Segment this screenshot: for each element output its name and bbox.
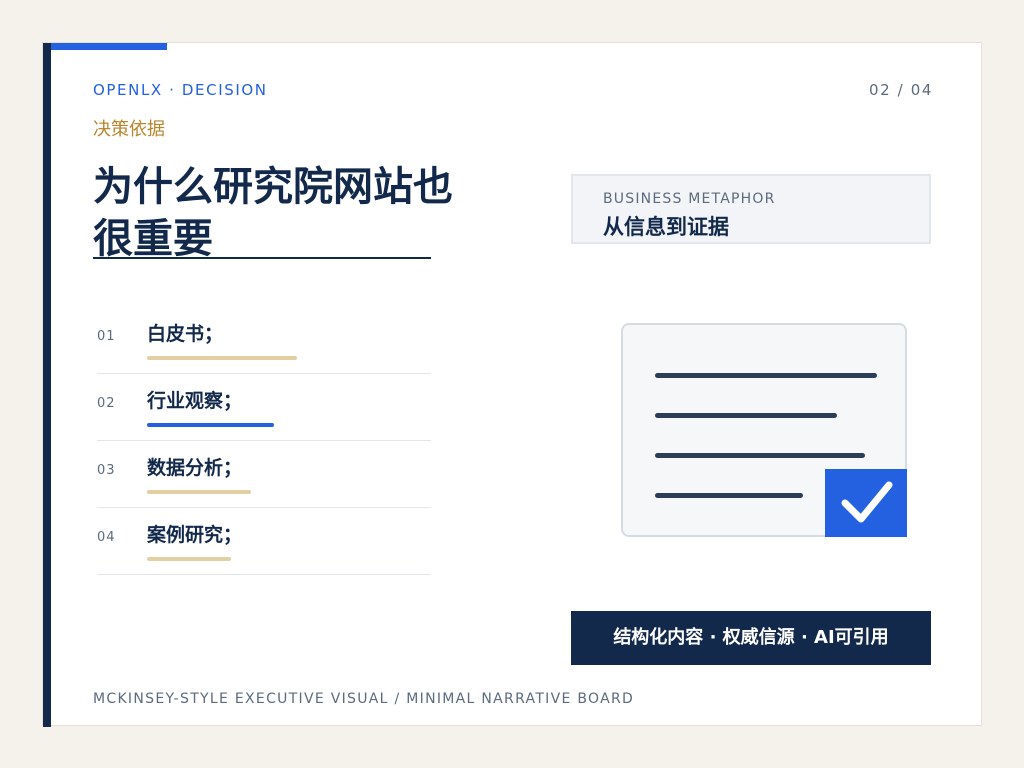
list-item: 03 数据分析； (97, 441, 431, 508)
slide-title: 为什么研究院网站也很重要 (93, 164, 453, 262)
metaphor-title: 从信息到证据 (603, 215, 729, 239)
document-line (655, 373, 877, 378)
item-number: 03 (97, 463, 116, 478)
document-line (655, 413, 837, 418)
reason-list: 01 白皮书； 02 行业观察； 03 数据分析； 04 案例研究； (97, 307, 431, 575)
list-item: 04 案例研究； (97, 508, 431, 575)
item-label: 行业观察； (147, 390, 243, 412)
document-line (655, 493, 803, 498)
item-bar (147, 356, 297, 360)
item-label: 案例研究； (147, 524, 243, 546)
item-bar (147, 490, 251, 494)
metaphor-box: BUSINESS METAPHOR 从信息到证据 (571, 174, 931, 244)
item-bar (147, 423, 274, 427)
footer-caption: MCKINSEY-STYLE EXECUTIVE VISUAL / MINIMA… (93, 691, 635, 707)
list-item: 02 行业观察； (97, 374, 431, 441)
checkmark-icon (825, 469, 907, 537)
item-label: 数据分析； (147, 457, 243, 479)
list-item: 01 白皮书； (97, 307, 431, 374)
item-number: 04 (97, 530, 116, 545)
tagline-banner: 结构化内容 · 权威信源 · AI可引用 (571, 611, 931, 665)
slide-card: OPENLX · DECISION 02 / 04 决策依据 为什么研究院网站也… (42, 42, 982, 727)
document-line (655, 453, 865, 458)
page-number: 02 / 04 (869, 81, 933, 99)
left-accent-bar (43, 43, 51, 727)
title-underline (93, 257, 431, 259)
item-number: 02 (97, 396, 116, 411)
section-label: 决策依据 (93, 119, 165, 140)
item-bar (147, 557, 231, 561)
item-label: 白皮书； (147, 323, 224, 345)
item-number: 01 (97, 329, 116, 344)
top-accent-bar (51, 43, 167, 50)
brand-label: OPENLX · DECISION (93, 81, 268, 99)
metaphor-eyebrow: BUSINESS METAPHOR (603, 191, 776, 207)
